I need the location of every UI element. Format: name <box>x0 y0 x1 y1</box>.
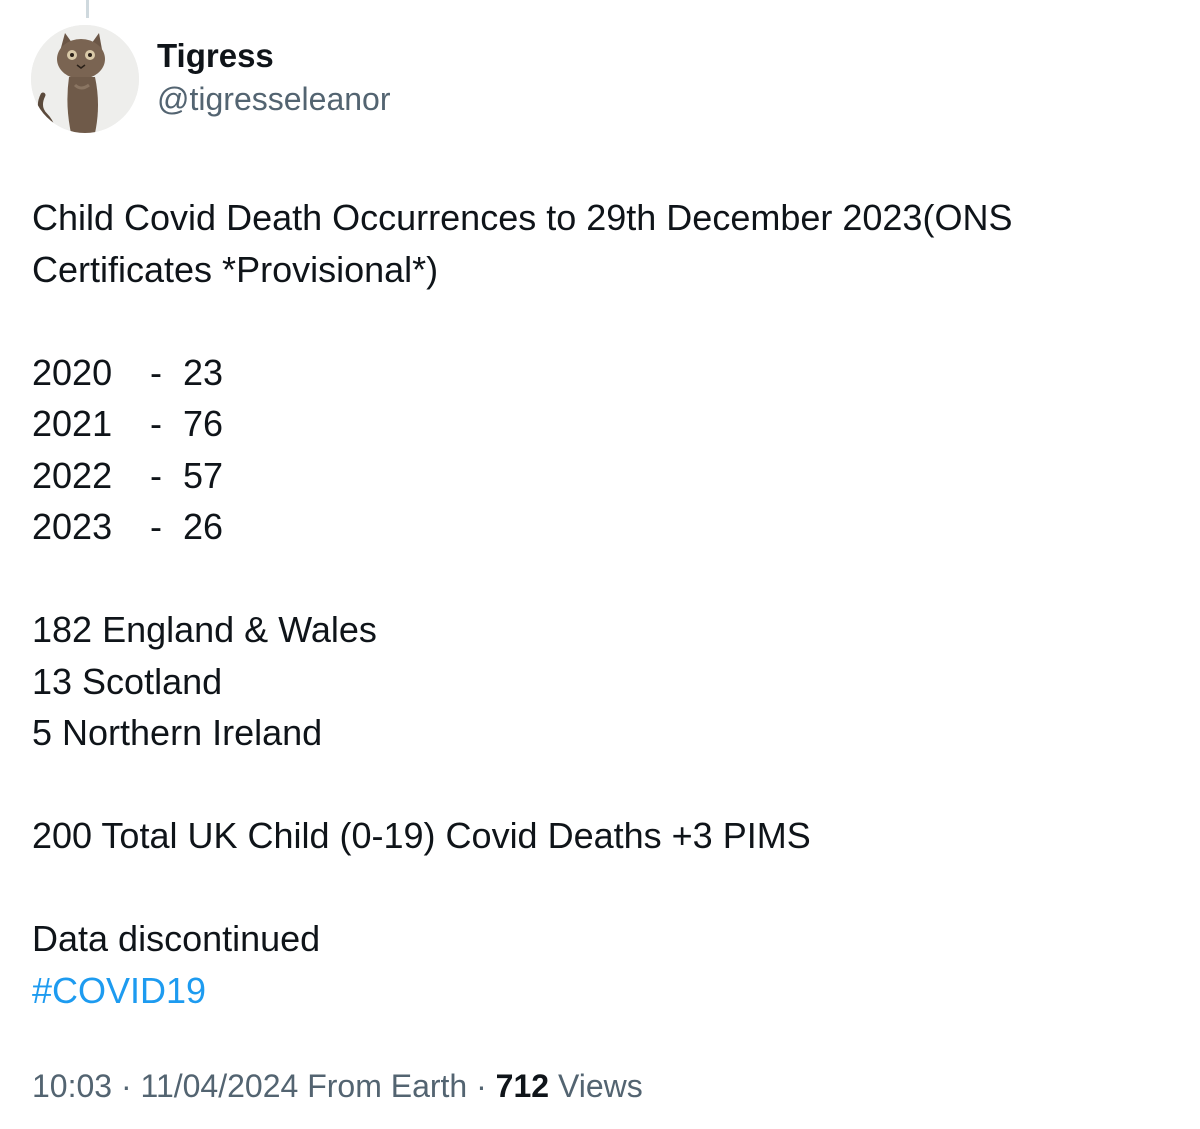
year-separator: - <box>150 403 162 444</box>
year-count: 57 <box>183 454 224 496</box>
note-line: Data discontinued <box>32 918 321 959</box>
year-label: 2023 <box>32 506 113 547</box>
year-separator: - <box>150 351 162 393</box>
meta-separator: · <box>120 1068 132 1104</box>
year-count: 23 <box>183 351 224 393</box>
year-row: 2020 - 23 <box>32 347 1172 399</box>
total-line: 200 Total UK Child (0-19) Covid Deaths +… <box>32 815 811 856</box>
year-label: 2022 <box>32 454 113 496</box>
region-line: 13 Scotland <box>32 660 223 702</box>
tweet-text: Child Covid Death Occurrences to 29th De… <box>32 192 1172 1016</box>
author-display-name[interactable]: Tigress <box>157 37 390 75</box>
thread-connector-line <box>86 0 89 18</box>
year-row: 2021 - 76 <box>32 398 1172 450</box>
tweet-time[interactable]: 10:03 <box>32 1068 112 1104</box>
year-label: 2021 <box>32 403 113 444</box>
year-row: 2023 - 26 <box>32 501 1172 553</box>
region-line: 5 Northern Ireland <box>32 712 323 753</box>
year-label: 2020 <box>32 351 113 393</box>
year-count: 76 <box>183 403 224 444</box>
tweet-meta: 10:03 · 11/04/2024 From Earth · 712 View… <box>32 1064 643 1108</box>
tweet-heading: Child Covid Death Occurrences to 29th De… <box>32 197 1013 290</box>
avatar[interactable] <box>31 25 139 133</box>
tweet-header: Tigress @tigresseleanor <box>31 25 390 133</box>
tweet-date[interactable]: 11/04/2024 <box>141 1068 299 1104</box>
year-count: 26 <box>183 506 224 547</box>
views-count[interactable]: 712 <box>496 1068 549 1104</box>
cat-figurine-avatar-icon <box>31 25 139 133</box>
meta-separator: · <box>476 1068 487 1104</box>
views-label: Views <box>557 1068 643 1104</box>
region-line: 182 England & Wales <box>32 609 377 650</box>
tweet-source: From Earth <box>307 1068 468 1104</box>
year-separator: - <box>150 454 162 496</box>
year-separator: - <box>150 506 162 547</box>
hashtag-link[interactable]: #COVID19 <box>32 965 1172 1017</box>
author-names: Tigress @tigresseleanor <box>157 37 390 119</box>
author-handle[interactable]: @tigresseleanor <box>157 79 390 119</box>
year-row: 2022 - 57 <box>32 450 1172 502</box>
